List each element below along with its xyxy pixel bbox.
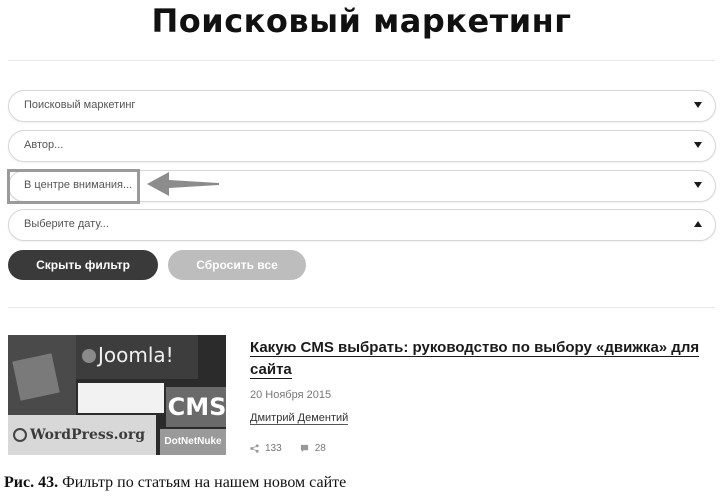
- reset-all-button[interactable]: Сбросить все: [168, 250, 306, 280]
- comment-count: 28: [314, 443, 326, 454]
- hide-filter-button[interactable]: Скрыть фильтр: [8, 250, 158, 280]
- joomla-icon: [82, 349, 96, 363]
- article-title-link[interactable]: Какую CMS выбрать: руководство по выбору…: [250, 337, 705, 381]
- featured-select-value: В центре внимания...: [24, 179, 133, 191]
- date-select[interactable]: Выберите дату...: [8, 209, 716, 241]
- share-count: 133: [265, 443, 282, 454]
- caption-label: Рис. 43.: [4, 474, 59, 491]
- article-author-link[interactable]: Дмитрий Дементий: [250, 412, 349, 425]
- article-date: 20 Ноября 2015: [250, 389, 332, 401]
- chevron-up-icon: [694, 221, 702, 227]
- article-thumbnail[interactable]: Joomla! CMS WordPress.org DotNetNuke: [8, 335, 226, 455]
- arrow-left-icon: [147, 172, 219, 196]
- share-icon: [250, 444, 259, 453]
- chevron-down-icon: [694, 142, 702, 148]
- divider-top: [8, 60, 715, 61]
- category-select-value: Поисковый маркетинг: [24, 99, 136, 111]
- caption-text: Фильтр по статьям на нашем новом сайте: [62, 474, 347, 491]
- thumbnail-panel: [12, 353, 60, 401]
- category-select[interactable]: Поисковый маркетинг: [8, 90, 716, 122]
- wordpress-icon: [13, 428, 27, 442]
- wordpress-logo: WordPress.org: [8, 415, 156, 455]
- author-select-value: Автор...: [24, 139, 64, 151]
- featured-select[interactable]: В центре внимания...: [8, 170, 716, 202]
- page: Поисковый маркетинг Поисковый маркетинг …: [0, 0, 723, 496]
- date-select-value: Выберите дату...: [24, 218, 109, 230]
- article-title: Какую CMS выбрать: руководство по выбору…: [250, 339, 700, 379]
- cms-label: CMS: [166, 387, 226, 427]
- chevron-down-icon: [694, 182, 702, 188]
- chevron-down-icon: [694, 102, 702, 108]
- thumbnail-panel: [78, 383, 164, 413]
- article-stats: 133 28: [250, 443, 326, 454]
- comment-icon: [300, 444, 308, 453]
- page-title: Поисковый маркетинг: [151, 2, 572, 40]
- author-select[interactable]: Автор...: [8, 130, 716, 162]
- dotnetnuke-logo: DotNetNuke: [160, 429, 226, 455]
- divider-middle: [8, 307, 715, 308]
- figure-caption: Рис. 43. Фильтр по статьям на нашем ново…: [4, 474, 346, 492]
